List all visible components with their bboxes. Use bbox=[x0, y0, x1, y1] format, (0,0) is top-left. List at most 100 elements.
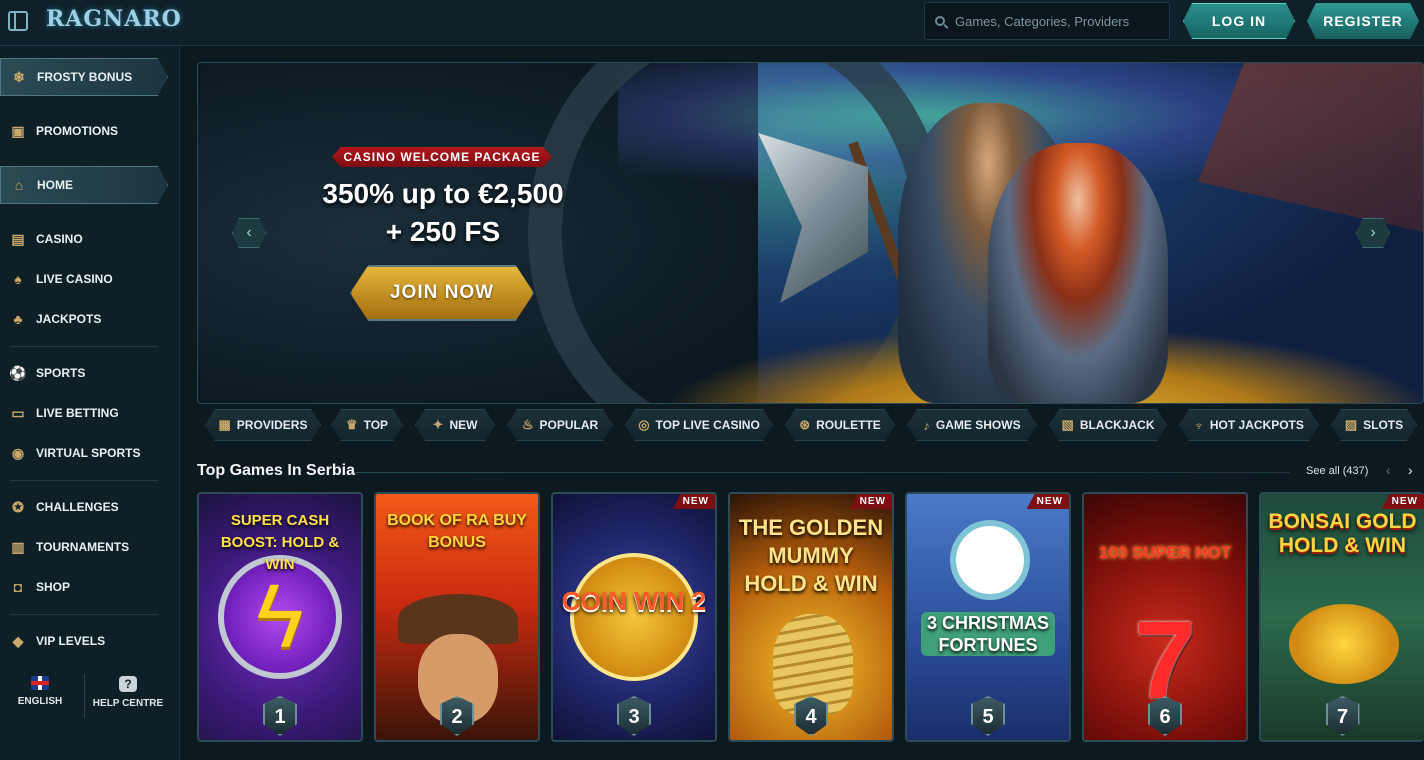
section-divider bbox=[354, 472, 1290, 473]
game-tile-100-super-hot[interactable]: 7 100 SUPER HOT 6 bbox=[1082, 492, 1248, 742]
language-selector[interactable]: ENGLISH bbox=[0, 676, 80, 707]
sidebar-item-sports[interactable]: ⚽ SPORTS bbox=[0, 354, 168, 392]
games-prev-button[interactable]: ‹ bbox=[1386, 462, 1391, 478]
sidebar-item-casino[interactable]: ▤ CASINO bbox=[0, 220, 168, 258]
virtual-icon: ◉ bbox=[11, 444, 25, 461]
game-tile-coin-win-2[interactable]: COIN WIN 2 NEW 3 bbox=[551, 492, 717, 742]
uk-flag-icon bbox=[31, 676, 49, 690]
sidebar-item-promotions[interactable]: ▣ PROMOTIONS bbox=[0, 112, 168, 150]
game-title: THE GOLDEN MUMMY HOLD & WIN bbox=[738, 515, 884, 596]
roulette-icon: ⊛ bbox=[799, 417, 811, 432]
sidebar-item-live-betting[interactable]: ▭ LIVE BETTING bbox=[0, 394, 168, 432]
games-next-button[interactable]: › bbox=[1408, 462, 1413, 478]
see-all-link[interactable]: See all (437) bbox=[1306, 465, 1368, 477]
ball-icon: ⚽ bbox=[9, 364, 27, 381]
scroll-icon: ▦ bbox=[218, 417, 231, 432]
banner-prev-button[interactable]: ‹ bbox=[232, 218, 266, 248]
sidebar-item-home[interactable]: ⌂ HOME bbox=[0, 166, 168, 204]
game-title: 3 CHRISTMAS FORTUNES bbox=[921, 612, 1055, 656]
category-bar: ▦ PROVIDERS ♛ TOP ✦ NEW ♨ POPULAR ◎ TOP LIVE … bbox=[197, 409, 1424, 443]
chevron-left-icon: ‹ bbox=[246, 224, 252, 241]
promo-title-line2: + 250 FS bbox=[385, 216, 501, 247]
register-button[interactable]: REGISTER bbox=[1307, 3, 1419, 39]
home-icon: ⌂ bbox=[14, 177, 24, 193]
sidebar-item-label: FROSTY BONUS bbox=[37, 70, 133, 84]
bonsai-tree-image bbox=[1289, 604, 1399, 684]
sidebar-item-jackpots[interactable]: ♣ JACKPOTS bbox=[0, 300, 168, 338]
chevron-right-icon: › bbox=[1408, 462, 1413, 478]
login-button[interactable]: LOG IN bbox=[1183, 3, 1295, 39]
sidebar-divider bbox=[10, 480, 158, 481]
game-tile-book-of-ra[interactable]: BOOK OF RA BUY BONUS 2 bbox=[374, 492, 540, 742]
rank-badge: 3 bbox=[617, 696, 651, 736]
tab-top-live-casino[interactable]: ◎ TOP LIVE CASINO bbox=[625, 409, 773, 441]
sidebar-item-shop[interactable]: ◘ SHOP bbox=[0, 568, 168, 606]
snowman-image bbox=[950, 520, 1030, 600]
search-icon bbox=[935, 16, 945, 26]
sidebar-toggle-icon[interactable] bbox=[8, 11, 28, 31]
bag-icon: ◘ bbox=[13, 579, 23, 595]
game-tile-super-cash-boost[interactable]: ϟ SUPER CASH BOOST: HOLD & WIN 1 bbox=[197, 492, 363, 742]
medal-icon: ✪ bbox=[12, 498, 24, 515]
promo-banner[interactable]: CASINO WELCOME PACKAGE 350% up to €2,500… bbox=[197, 62, 1424, 404]
trophy-icon: ♛ bbox=[345, 417, 358, 432]
tab-hot-jackpots[interactable]: ♆ HOT JACKPOTS bbox=[1179, 409, 1319, 441]
sidebar-item-challenges[interactable]: ✪ CHALLENGES bbox=[0, 488, 168, 526]
sidebar-item-frosty-bonus[interactable]: ❄ FROSTY BONUS bbox=[0, 58, 168, 96]
game-tile-bonsai-gold[interactable]: BONSAI GOLD HOLD & WIN NEW 7 bbox=[1259, 492, 1424, 742]
microphone-icon: ♪ bbox=[923, 417, 930, 433]
lightning-icon: ϟ bbox=[256, 566, 304, 667]
sidebar-item-label: HOME bbox=[37, 178, 73, 192]
game-title: SUPER CASH BOOST: HOLD & WIN bbox=[220, 512, 340, 573]
clover-icon: ♣ bbox=[13, 311, 23, 327]
tab-roulette[interactable]: ⊛ ROULETTE bbox=[785, 409, 895, 441]
tab-label: TOP bbox=[363, 418, 389, 432]
sidebar-item-label: CHALLENGES bbox=[36, 500, 119, 514]
search-box[interactable] bbox=[924, 2, 1170, 40]
tab-label: POPULAR bbox=[539, 418, 599, 432]
tab-providers[interactable]: ▦ PROVIDERS bbox=[205, 409, 321, 441]
viking-woman-image bbox=[988, 143, 1168, 403]
new-badge: NEW bbox=[849, 494, 892, 509]
sidebar-item-virtual-sports[interactable]: ◉ VIRTUAL SPORTS bbox=[0, 434, 168, 472]
join-now-button[interactable]: JOIN NOW bbox=[350, 265, 534, 321]
card-dealer-icon: ♠ bbox=[14, 271, 22, 287]
tab-blackjack[interactable]: ▧ BLACKJACK bbox=[1049, 409, 1167, 441]
diamond-icon: ◆ bbox=[12, 632, 24, 649]
tab-label: ROULETTE bbox=[816, 418, 881, 432]
tab-slots[interactable]: ▨ SLOTS bbox=[1331, 409, 1417, 441]
tab-popular[interactable]: ♨ POPULAR bbox=[507, 409, 613, 441]
rank-badge: 5 bbox=[971, 696, 1005, 736]
fire-icon: ♨ bbox=[521, 417, 534, 432]
sidebar-item-label: PROMOTIONS bbox=[36, 124, 119, 138]
cards-icon: ▧ bbox=[1061, 417, 1074, 432]
language-label: ENGLISH bbox=[17, 696, 63, 707]
rank-badge: 2 bbox=[440, 696, 474, 736]
tab-top[interactable]: ♛ TOP bbox=[331, 409, 403, 441]
sidebar-item-vip-levels[interactable]: ◆ VIP LEVELS bbox=[0, 622, 168, 660]
help-label: HELP CENTRE bbox=[92, 698, 164, 709]
sidebar-item-tournaments[interactable]: ▥ TOURNAMENTS bbox=[0, 528, 168, 566]
sidebar-item-label: LIVE BETTING bbox=[36, 406, 119, 420]
game-title: BONSAI GOLD HOLD & WIN bbox=[1268, 510, 1417, 557]
search-input[interactable] bbox=[955, 13, 1155, 29]
game-title: COIN WIN 2 bbox=[561, 586, 707, 616]
game-tile-golden-mummy[interactable]: THE GOLDEN MUMMY HOLD & WIN NEW 4 bbox=[728, 492, 894, 742]
tab-new[interactable]: ✦ NEW bbox=[415, 409, 495, 441]
live-icon: ▭ bbox=[11, 404, 25, 421]
game-tile-christmas-fortunes[interactable]: 3 CHRISTMAS FORTUNES NEW 5 bbox=[905, 492, 1071, 742]
banner-next-button[interactable]: › bbox=[1356, 218, 1390, 248]
chip-icon: ◎ bbox=[638, 417, 650, 432]
sidebar-divider bbox=[10, 346, 158, 347]
promo-title: 350% up to €2,500 + 250 FS bbox=[298, 175, 588, 251]
sidebar: ❄ FROSTY BONUS ▣ PROMOTIONS ⌂ HOME ▤ CASINO … bbox=[0, 46, 180, 760]
promo-title-line1: 350% up to €2,500 bbox=[322, 178, 564, 209]
sidebar-item-live-casino[interactable]: ♠ LIVE CASINO bbox=[0, 260, 168, 298]
help-icon: ? bbox=[119, 676, 137, 692]
logo[interactable]: RAGNARO bbox=[46, 6, 182, 32]
tab-label: SLOTS bbox=[1363, 418, 1404, 432]
gift-icon: ▣ bbox=[11, 122, 25, 139]
help-centre-link[interactable]: ? HELP CENTRE bbox=[88, 676, 168, 709]
tab-game-shows[interactable]: ♪ GAME SHOWS bbox=[907, 409, 1037, 441]
slot-machine-icon: ▤ bbox=[11, 230, 25, 247]
